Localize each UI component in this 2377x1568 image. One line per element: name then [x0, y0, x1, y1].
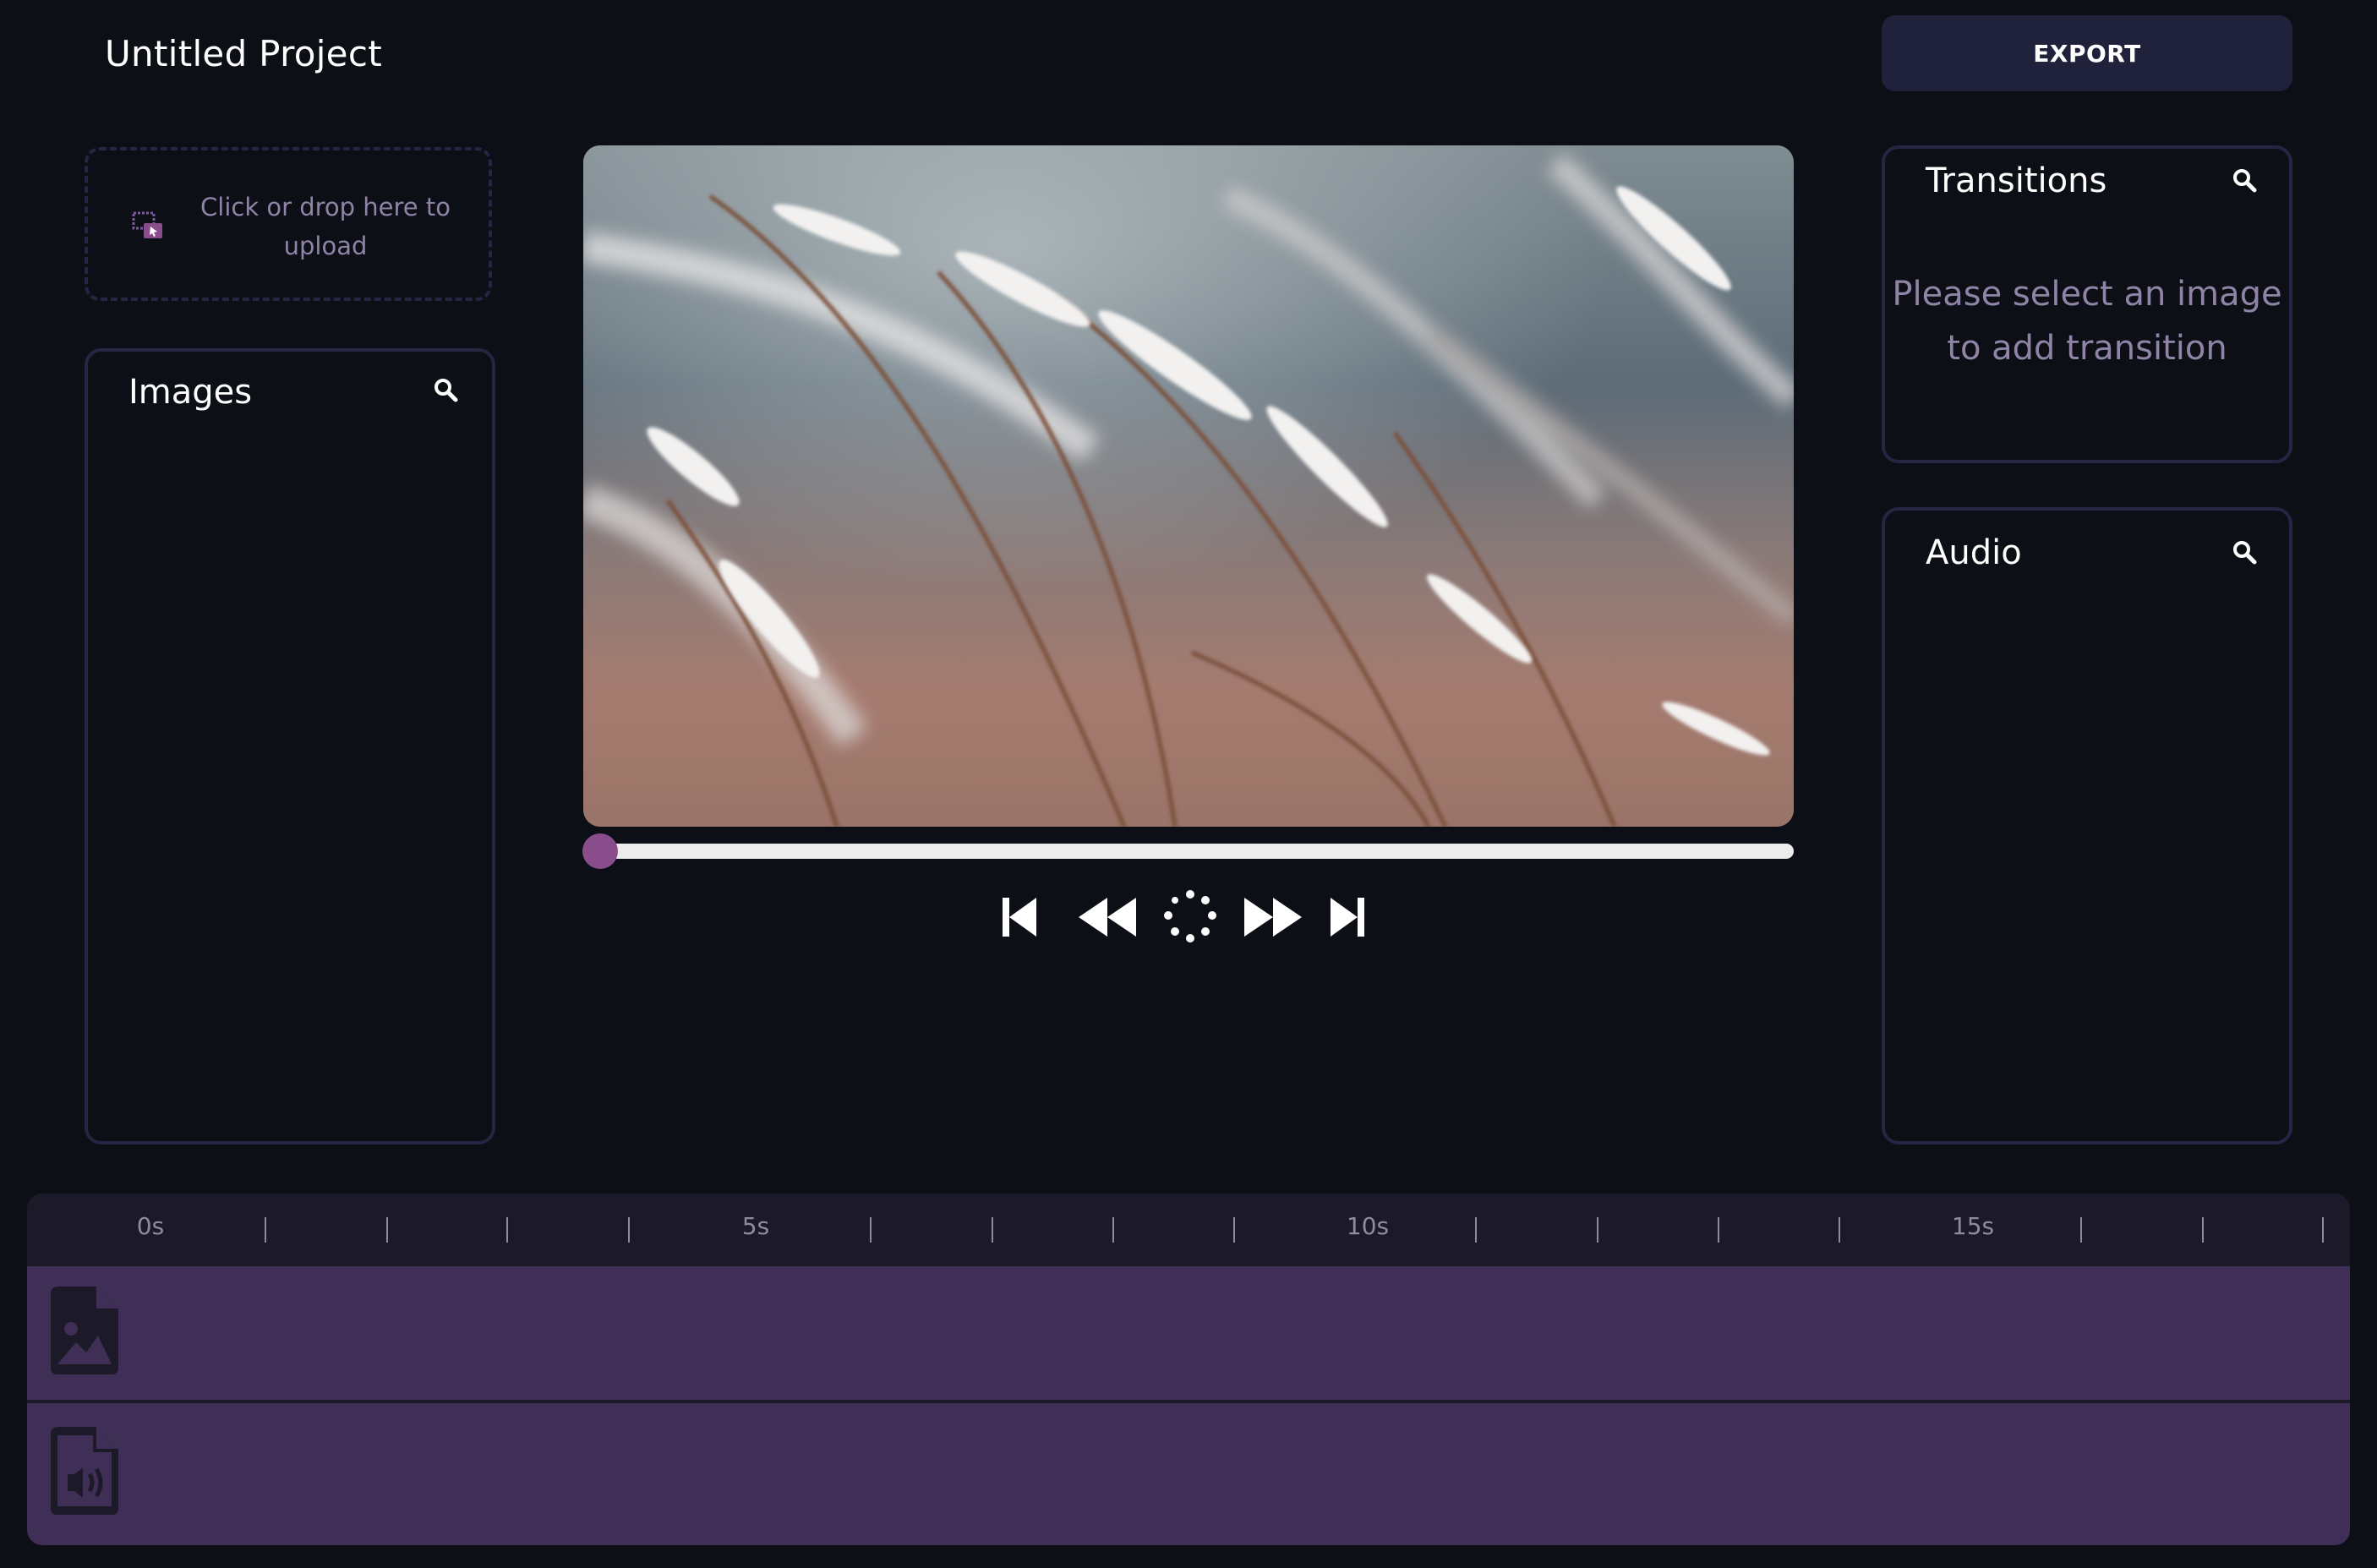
- image-track[interactable]: [27, 1266, 2350, 1400]
- transitions-panel-title: Transitions: [1926, 161, 2107, 200]
- ruler-tick: [992, 1217, 993, 1243]
- transitions-panel: Transitions Please select an image to ad…: [1882, 145, 2292, 463]
- loading-spinner-icon[interactable]: [1158, 888, 1222, 947]
- ruler-tick: [1718, 1217, 1719, 1243]
- image-upload-icon: [132, 211, 162, 238]
- ruler-tick: [2080, 1217, 2082, 1243]
- ruler-tick: [1475, 1217, 1477, 1243]
- audio-track[interactable]: [27, 1403, 2350, 1545]
- upload-instructions: Click or drop here to upload: [200, 193, 451, 260]
- ruler-label-0s: 0s: [136, 1212, 165, 1240]
- ruler-tick: [265, 1217, 266, 1243]
- transitions-empty-message: Please select an image to add transition: [1892, 275, 2282, 368]
- search-icon[interactable]: [433, 377, 458, 402]
- scrubber-thumb[interactable]: [582, 833, 618, 869]
- audio-file-icon: [51, 1427, 118, 1515]
- ruler-tick: [870, 1217, 872, 1243]
- upload-dropzone[interactable]: Click or drop here to upload: [85, 147, 492, 301]
- images-panel-title: Images: [128, 373, 253, 412]
- rewind-icon[interactable]: [1075, 888, 1139, 947]
- audio-panel-title: Audio: [1926, 533, 2022, 572]
- ruler-tick: [2202, 1217, 2204, 1243]
- ruler-tick: [386, 1217, 388, 1243]
- fast-forward-icon[interactable]: [1241, 888, 1305, 947]
- video-editor-page: Untitled Project EXPORT Click or drop he…: [0, 0, 2377, 1568]
- scrubber-track: [583, 844, 1794, 859]
- search-icon[interactable]: [2232, 167, 2257, 193]
- ruler-tick: [1233, 1217, 1235, 1243]
- skip-to-end-icon[interactable]: [1327, 888, 1369, 947]
- ruler-tick: [628, 1217, 630, 1243]
- image-file-icon: [51, 1287, 118, 1374]
- export-button[interactable]: EXPORT: [1882, 15, 2292, 91]
- timeline-ruler[interactable]: 0s 5s 10s 15s: [27, 1194, 2350, 1266]
- ruler-tick: [1839, 1217, 1840, 1243]
- ruler-label-15s: 15s: [1951, 1212, 1995, 1240]
- ruler-tick: [506, 1217, 508, 1243]
- ruler-label-5s: 5s: [741, 1212, 770, 1240]
- ruler-tick: [1112, 1217, 1114, 1243]
- images-panel: Images: [85, 348, 495, 1145]
- skip-to-start-icon[interactable]: [997, 888, 1040, 947]
- preview-image: [583, 145, 1794, 827]
- project-title[interactable]: Untitled Project: [105, 29, 382, 79]
- playback-scrubber[interactable]: [582, 833, 1794, 869]
- search-icon[interactable]: [2232, 539, 2257, 565]
- video-preview[interactable]: [583, 145, 1794, 827]
- ruler-label-10s: 10s: [1346, 1212, 1390, 1240]
- audio-panel: Audio: [1882, 507, 2292, 1145]
- ruler-tick: [1597, 1217, 1598, 1243]
- timeline: 0s 5s 10s 15s: [27, 1194, 2350, 1545]
- ruler-tick: [2322, 1217, 2324, 1243]
- playback-controls: [997, 888, 1386, 947]
